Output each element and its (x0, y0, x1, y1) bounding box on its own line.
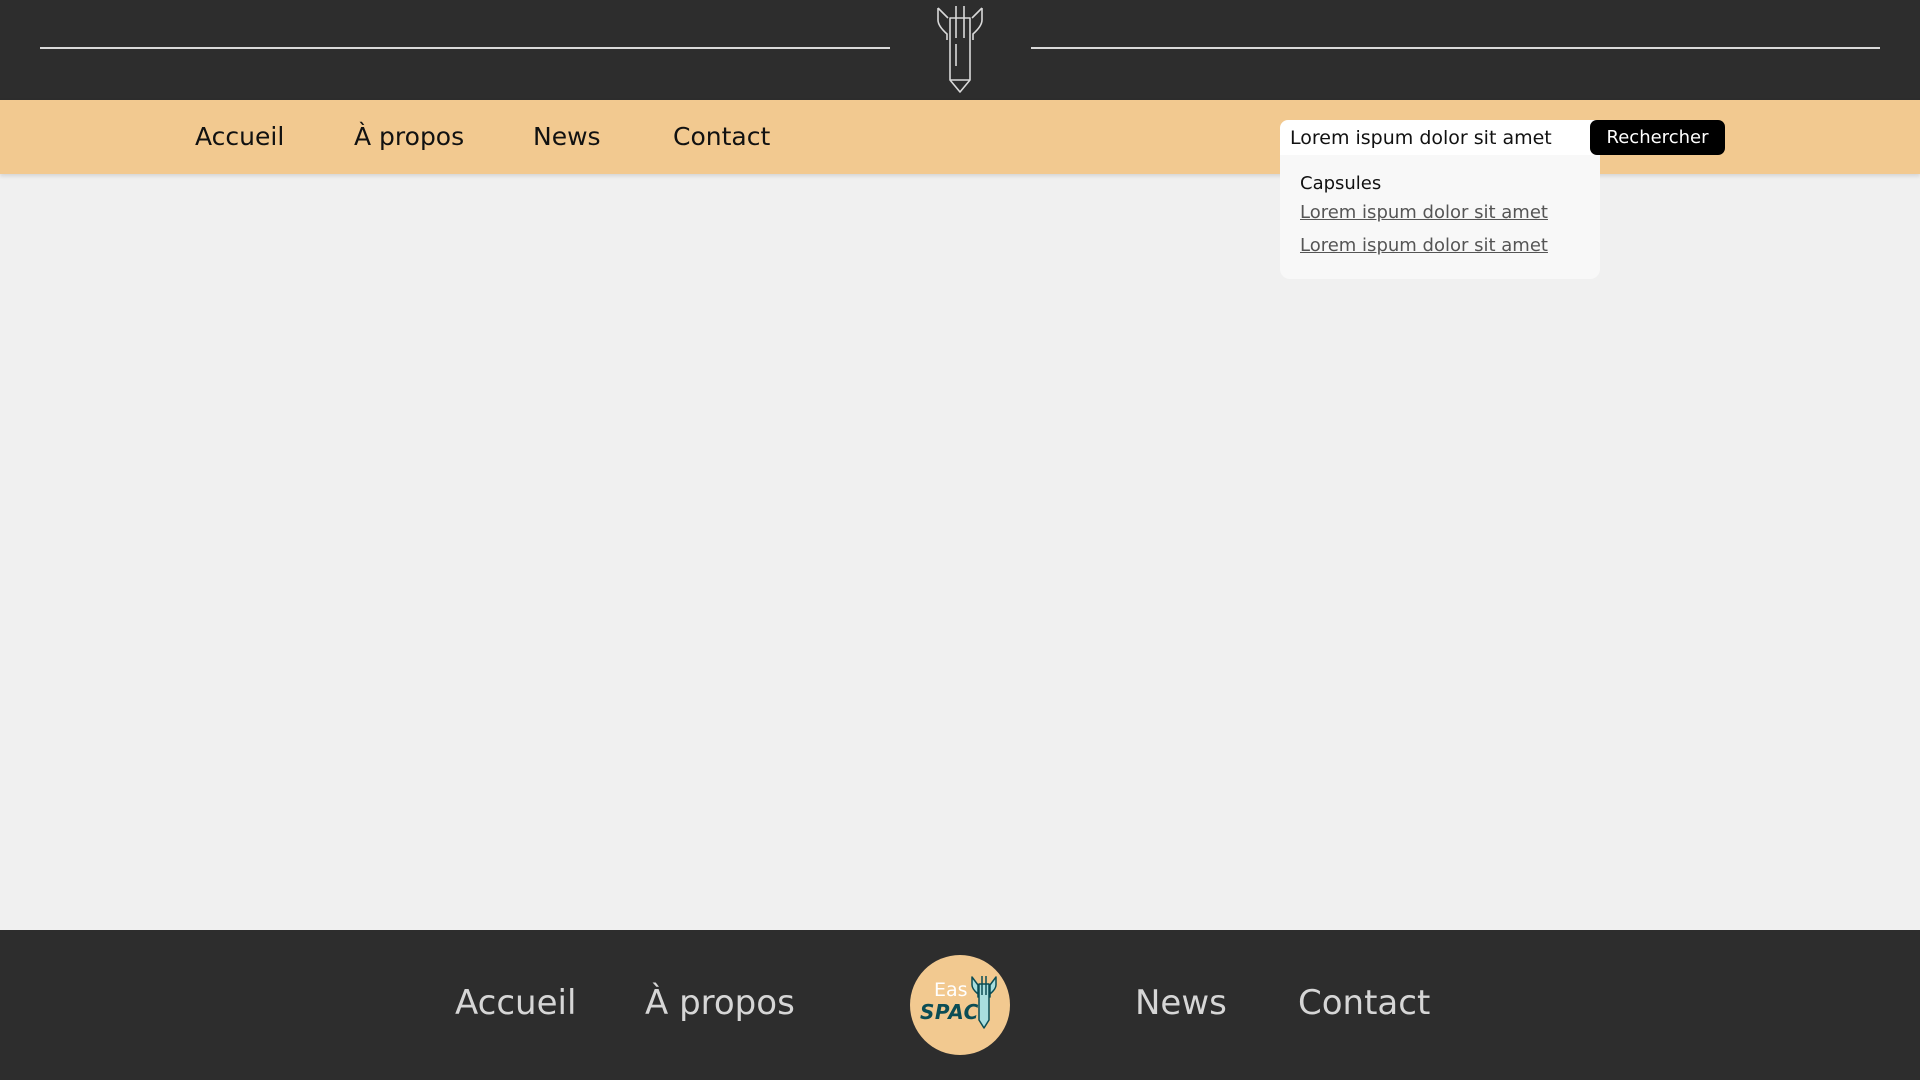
nav-link-a-propos[interactable]: À propos (354, 120, 464, 154)
footer: Accueil À propos Eas SPAC News Contact (0, 930, 1920, 1080)
rocket-icon[interactable] (934, 4, 986, 94)
main-content (0, 174, 1920, 930)
main-navbar: Accueil À propos News Contact Rechercher (0, 100, 1920, 174)
footer-link-contact[interactable]: Contact (1298, 981, 1430, 1025)
footer-link-news[interactable]: News (1135, 981, 1227, 1025)
header-divider-right (1031, 47, 1880, 49)
footer-logo[interactable]: Eas SPAC (910, 955, 1010, 1055)
top-header (0, 0, 1920, 100)
footer-link-a-propos[interactable]: À propos (645, 981, 795, 1025)
search-button[interactable]: Rechercher (1590, 120, 1725, 155)
search-input[interactable] (1280, 120, 1600, 155)
rocket-icon (971, 976, 997, 1029)
footer-link-accueil[interactable]: Accueil (455, 981, 576, 1025)
header-divider-left (40, 47, 890, 49)
nav-link-contact[interactable]: Contact (673, 120, 770, 154)
nav-link-news[interactable]: News (533, 120, 601, 154)
nav-link-accueil[interactable]: Accueil (195, 120, 284, 154)
footer-logo-text-top: Eas (934, 979, 968, 1001)
